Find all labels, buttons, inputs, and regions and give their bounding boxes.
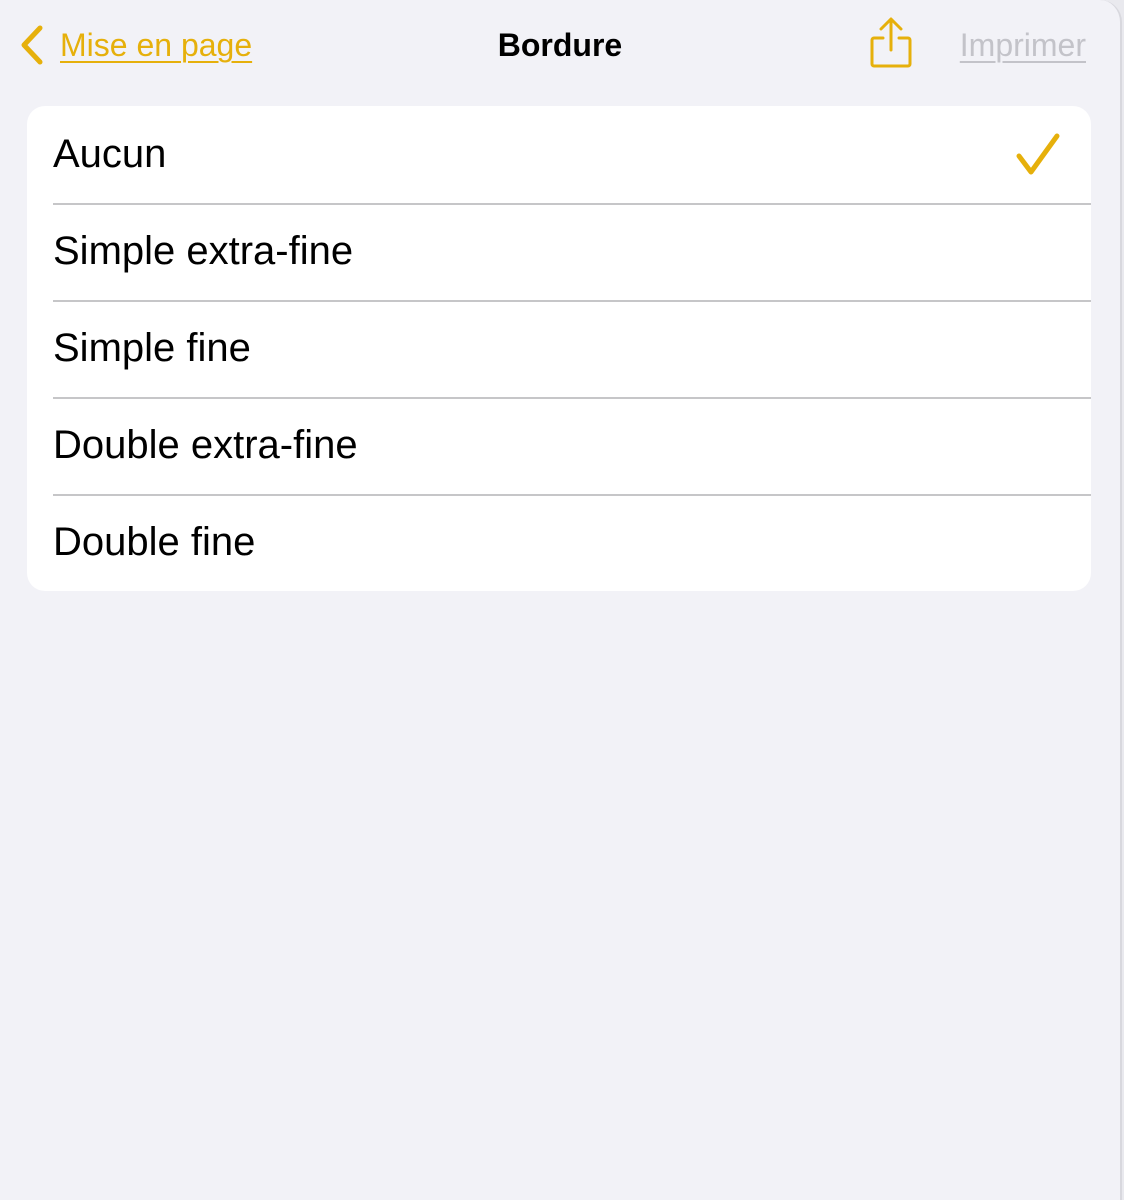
border-options-list: Aucun Simple extra-fine Simple fine Doub… xyxy=(27,106,1091,591)
share-icon xyxy=(868,14,914,72)
page-title: Bordure xyxy=(497,27,623,63)
option-label: Simple extra-fine xyxy=(53,229,354,273)
option-row-aucun[interactable]: Aucun xyxy=(27,106,1091,203)
option-label: Double extra-fine xyxy=(53,423,358,467)
option-row-simple-fine[interactable]: Simple fine xyxy=(27,300,1091,397)
option-label: Double fine xyxy=(53,520,256,564)
print-button[interactable]: Imprimer xyxy=(960,22,1086,68)
option-row-double-fine[interactable]: Double fine xyxy=(27,494,1091,591)
option-label: Simple fine xyxy=(53,326,251,370)
option-row-simple-extra-fine[interactable]: Simple extra-fine xyxy=(27,203,1091,300)
option-row-double-extra-fine[interactable]: Double extra-fine xyxy=(27,397,1091,494)
share-button[interactable] xyxy=(868,14,914,72)
option-label: Aucun xyxy=(53,132,167,176)
print-options-sheet: Mise en page Bordure Imprimer Aucun Simp… xyxy=(0,0,1122,1200)
navigation-bar: Mise en page Bordure Imprimer xyxy=(0,0,1120,90)
checkmark-icon xyxy=(1015,132,1061,178)
